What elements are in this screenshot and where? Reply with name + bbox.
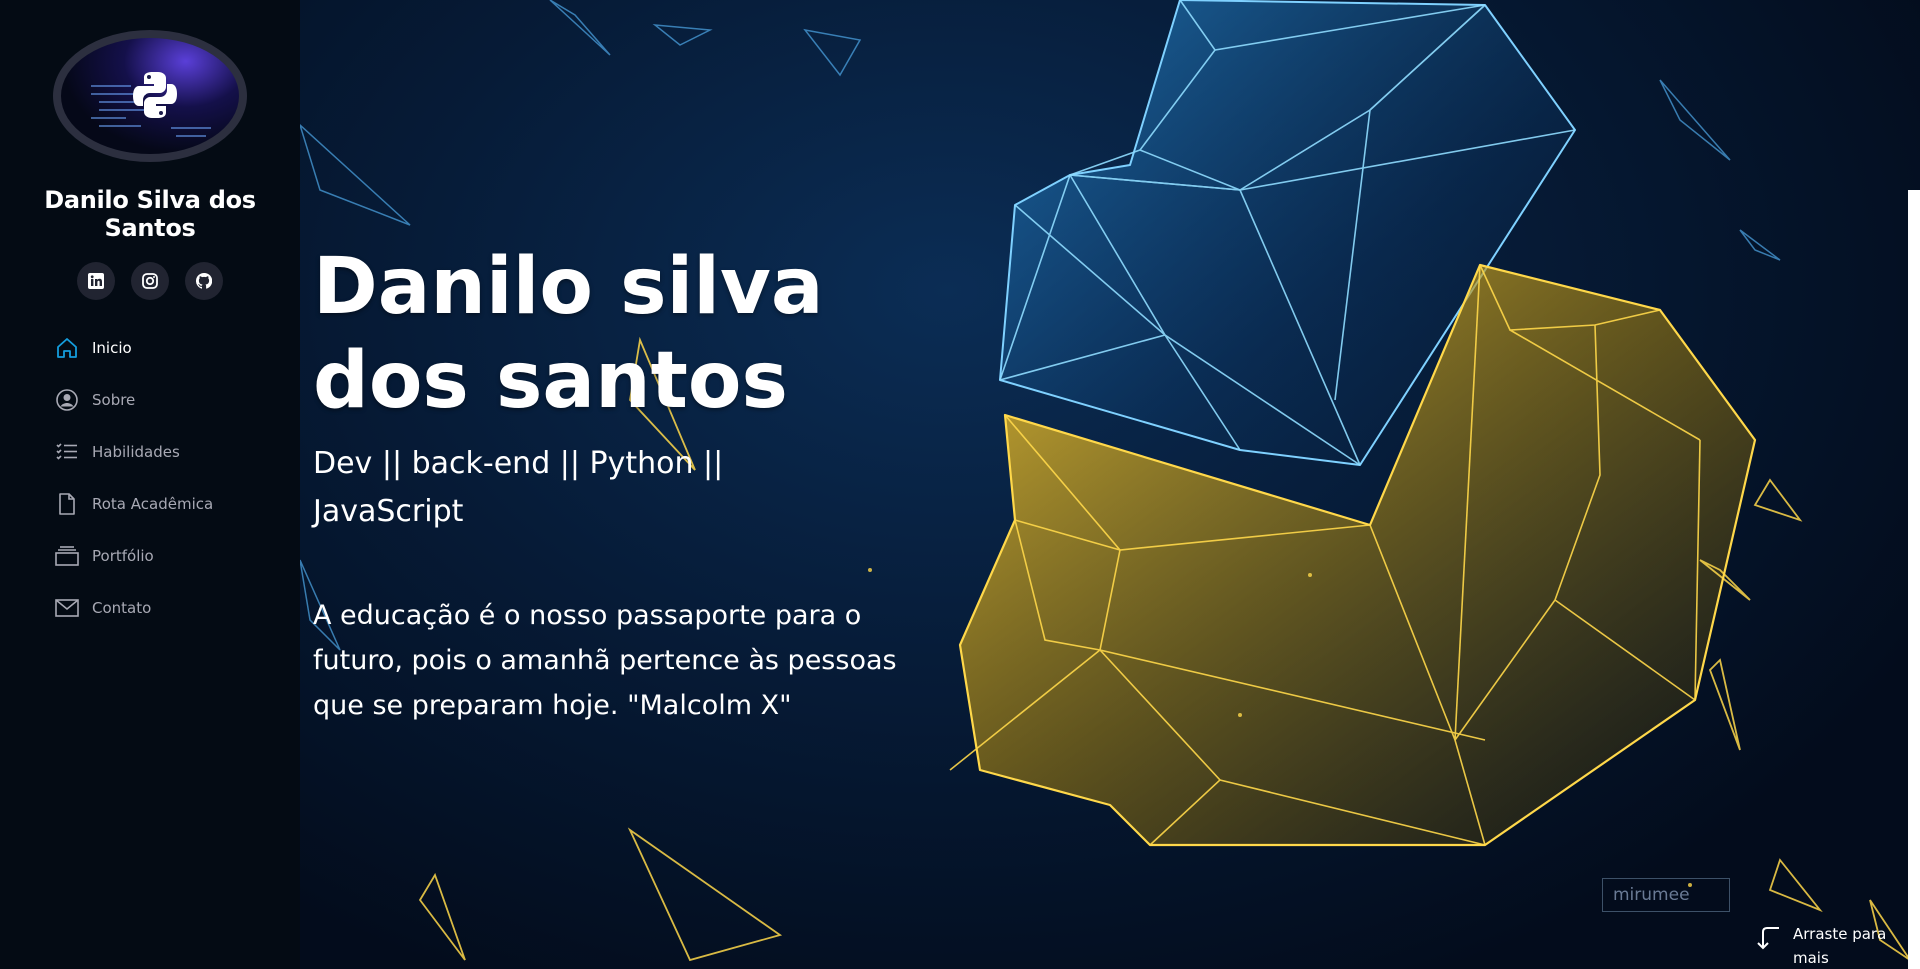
file-icon [54, 491, 80, 517]
user-icon [54, 387, 80, 413]
nav-item-habilidades[interactable]: Habilidades [54, 426, 300, 478]
scroll-hint-text: Arraste para mais [1793, 925, 1887, 967]
nav-label: Inicio [92, 339, 132, 357]
nav-item-contato[interactable]: Contato [54, 582, 300, 634]
sidebar: Danilo Silva dos Santos Inicio Sobre Hab… [0, 0, 300, 969]
hero-subtitle: Dev || back-end || Python || JavaScript [313, 446, 724, 529]
github-link[interactable] [185, 262, 223, 300]
avatar [53, 30, 247, 162]
linkedin-link[interactable] [77, 262, 115, 300]
stack-icon [54, 543, 80, 569]
scroll-hint[interactable]: Arraste para mais [1755, 922, 1893, 969]
linkedin-icon [88, 273, 104, 289]
nav-item-inicio[interactable]: Inicio [54, 322, 300, 374]
main-nav: Inicio Sobre Habilidades Rota Acadêmica … [0, 322, 300, 634]
hero-section: Danilo silva dos santos Dev || back-end … [300, 0, 1920, 969]
mirumee-watermark: mirumee [1602, 878, 1730, 912]
watermark-label: mirumee [1613, 885, 1690, 905]
hero-title: Danilo silva dos santos [313, 242, 824, 426]
instagram-icon [142, 273, 158, 289]
nav-item-rota-academica[interactable]: Rota Acadêmica [54, 478, 300, 530]
hero-quote: A educação é o nosso passaporte para o f… [313, 600, 897, 721]
instagram-link[interactable] [131, 262, 169, 300]
nav-label: Rota Acadêmica [92, 495, 214, 513]
profile-name: Danilo Silva dos Santos [44, 186, 256, 242]
nav-item-sobre[interactable]: Sobre [54, 374, 300, 426]
python-logo-icon [133, 72, 177, 118]
github-icon [196, 273, 212, 289]
nav-label: Sobre [92, 391, 136, 409]
nav-item-portfolio[interactable]: Portfólio [54, 530, 300, 582]
list-icon [54, 439, 80, 465]
social-links [0, 262, 300, 300]
arrow-down-left-icon [1757, 927, 1779, 950]
nav-label: Contato [92, 599, 152, 617]
home-icon [54, 335, 80, 361]
nav-label: Habilidades [92, 443, 180, 461]
scrollbar[interactable] [1908, 190, 1920, 969]
envelope-icon [54, 595, 80, 621]
nav-label: Portfólio [92, 547, 154, 565]
